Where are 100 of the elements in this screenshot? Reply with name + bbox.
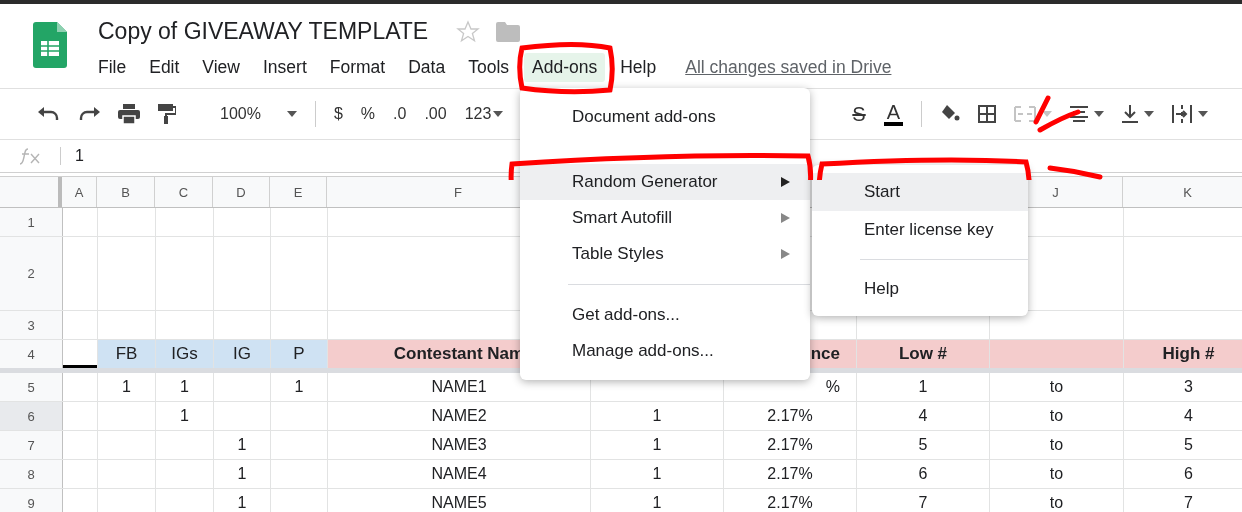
row-header[interactable]: 3 [0,311,63,339]
caret-icon[interactable] [286,111,297,117]
table-cell: 3 [1184,378,1193,396]
caret-icon[interactable] [1094,111,1105,117]
table-cell: 7 [918,494,928,512]
percent-button[interactable]: % [360,105,376,123]
header-cell: P [271,340,328,368]
table-cell: % [825,378,840,396]
table-cell: 1 [652,465,662,483]
row-header[interactable]: 8 [0,460,63,488]
table-cell: 5 [918,436,928,454]
row-header[interactable]: 5 [0,373,63,401]
menu-item[interactable]: Format [321,53,394,82]
table-cell: 4 [918,407,928,425]
borders-icon[interactable] [978,105,997,123]
table-cell: 1 [122,378,131,396]
table-cell: to [1049,378,1064,396]
table-cell: 4 [1184,407,1193,425]
text-wrap-icon[interactable] [1172,105,1193,123]
column-header[interactable]: A [74,184,84,200]
print-icon[interactable] [118,104,140,124]
increase-decimals-button[interactable]: .00 [424,105,447,123]
row-header[interactable]: 9 [0,489,63,512]
table-cell: 7 [1184,494,1193,512]
table-cell: NAME2 [431,407,487,425]
vertical-align-icon[interactable] [1122,105,1139,123]
menu-item[interactable]: Start [812,173,1028,211]
column-header[interactable]: D [236,184,246,200]
table-cell: 1 [652,407,662,425]
table-cell: 2.17% [767,494,813,512]
table-cell: NAME4 [431,465,487,483]
currency-button[interactable]: $ [333,105,343,123]
table-cell: NAME5 [431,494,487,512]
menu-item[interactable]: Tools [460,53,518,82]
caret-icon[interactable] [493,111,504,117]
save-status-link[interactable]: All changes saved in Drive [685,57,892,78]
caret-icon[interactable] [1198,111,1209,117]
column-header[interactable]: K [1183,184,1192,200]
text-color-button[interactable]: A [883,102,904,126]
table-cell: NAME1 [431,378,487,396]
menu-item[interactable]: Table Styles [520,236,810,272]
caret-icon[interactable] [1042,111,1053,117]
column-header[interactable]: C [178,184,189,200]
star-icon[interactable] [456,19,481,44]
menu-item[interactable]: Add-ons [524,53,606,82]
table-cell: NAME3 [431,436,487,454]
strikethrough-button[interactable]: S [852,102,866,126]
menu-item[interactable]: Help [612,53,665,82]
row-header[interactable]: 7 [0,431,63,459]
table-cell: 1 [652,436,662,454]
number-format-button[interactable]: 123 [464,105,492,123]
menu-item[interactable]: Help [812,270,1028,308]
fill-bucket-icon[interactable] [940,105,961,123]
table-cell: to [1049,494,1064,512]
table-cell: 1 [180,407,189,425]
column-header[interactable]: J [1052,184,1059,200]
table-cell: to [1049,407,1064,425]
table-cell: to [1049,465,1064,483]
menu-item[interactable]: Edit [141,53,188,82]
table-cell: 5 [1184,436,1193,454]
table-cell: 1 [237,436,247,454]
table-cell: 1 [180,378,189,396]
row-header[interactable]: 1 [0,208,63,236]
menu-item[interactable]: View [194,53,248,82]
formula-input[interactable]: 1 [75,147,84,165]
table-cell: to [1049,436,1064,454]
decrease-decimals-button[interactable]: .0 [393,105,407,123]
header-cell: Low # [857,340,990,368]
menu-item[interactable]: Random Generator [520,164,810,200]
align-icon[interactable] [1070,106,1089,122]
paint-format-icon[interactable] [158,104,176,124]
menu-item[interactable]: Insert [255,53,315,82]
caret-icon[interactable] [1144,111,1155,117]
row-header[interactable]: 4 [0,340,63,368]
menu-item[interactable]: Smart Autofill [520,200,810,236]
menu-item[interactable]: Get add-ons... [520,297,810,333]
zoom-select[interactable]: 100% [220,105,261,123]
menu-item[interactable]: Enter license key [812,211,1028,249]
menu-item[interactable]: Document add-ons [520,99,810,135]
header-cell: IGs [156,340,214,368]
table-cell: 1 [237,465,247,483]
column-header[interactable]: E [293,184,303,200]
table-cell: 6 [918,465,928,483]
column-header[interactable]: F [454,184,462,200]
document-title[interactable]: Copy of GIVEAWAY TEMPLATE [98,18,429,45]
table-cell: 1 [294,378,304,396]
table-cell: 6 [1184,465,1193,483]
table-cell: 1 [237,494,247,512]
table-cell: 2.17% [767,407,813,425]
header-cell: High # [1124,340,1242,368]
sheets-logo-icon[interactable] [33,22,67,68]
merge-cells-icon[interactable] [1014,106,1037,122]
row-header[interactable]: 6 [0,402,63,430]
menu-item[interactable]: Data [400,53,454,82]
menu-item[interactable]: File [90,53,135,82]
redo-icon[interactable] [78,107,100,121]
undo-icon[interactable] [38,107,60,121]
header-cell: IG [214,340,271,368]
column-header[interactable]: B [121,184,130,200]
row-header[interactable]: 2 [0,237,63,310]
